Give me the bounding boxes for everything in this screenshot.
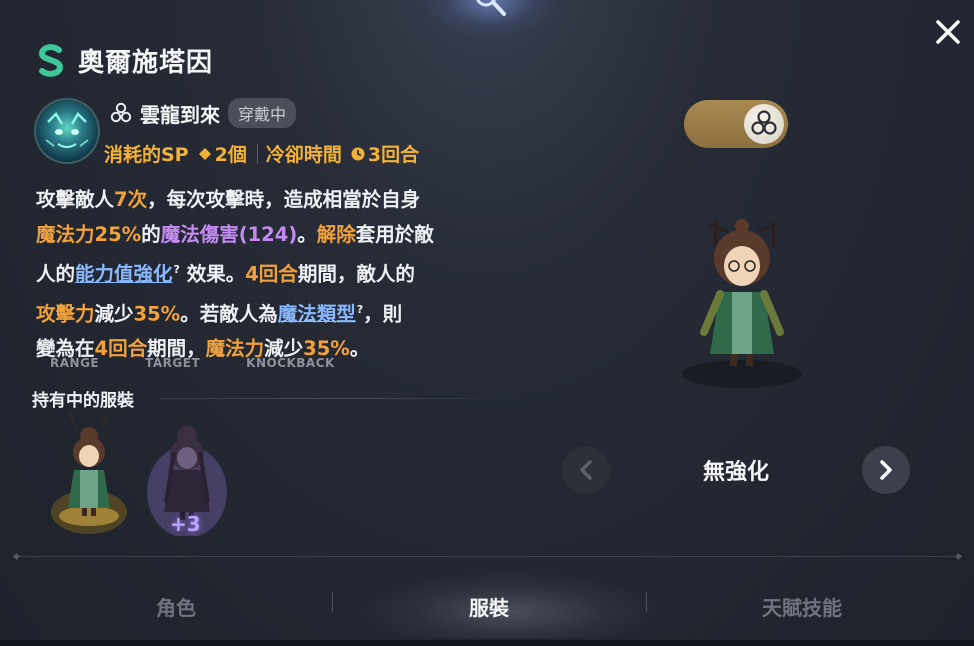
help-icon[interactable]: ? xyxy=(174,252,180,287)
tab-character[interactable]: 角色 xyxy=(76,592,276,621)
chevron-left-icon xyxy=(580,460,592,480)
character-name: 奧爾施塔因 xyxy=(78,47,214,78)
bottom-tabs: 角色 服裝 天賦技能 xyxy=(16,572,962,638)
sp-value: 2個 xyxy=(214,144,247,166)
cost-separator xyxy=(256,143,258,164)
sp-label: 消耗的SP xyxy=(104,144,189,166)
divider-tip-left xyxy=(12,552,21,561)
bottom-bar xyxy=(0,640,974,646)
outfit-toggle[interactable] xyxy=(684,100,788,148)
character-preview xyxy=(682,219,802,388)
clock-icon xyxy=(351,147,365,160)
toggle-knob xyxy=(744,104,784,144)
close-icon[interactable] xyxy=(930,14,966,50)
stats-header-row: RANGE TARGET KNOCKBACK xyxy=(50,356,335,370)
cooldown-value: 3回合 xyxy=(367,144,420,166)
buff-link[interactable]: 能力值強化 xyxy=(75,263,173,286)
triple-circle-icon xyxy=(751,110,777,135)
skill-name: 雲龍到來 xyxy=(140,102,220,127)
divider-tip-right xyxy=(954,552,963,561)
range-label: RANGE xyxy=(50,356,100,370)
tab-separator xyxy=(332,592,333,612)
equipped-badge: 穿戴中 xyxy=(228,98,297,128)
diamond-icon xyxy=(198,147,211,160)
tab-separator xyxy=(646,592,647,612)
tab-talent-skill[interactable]: 天賦技能 xyxy=(702,592,902,621)
serpent-s-icon xyxy=(38,44,64,77)
prev-enhance-button[interactable] xyxy=(562,446,610,494)
knockback-label: KNOCKBACK xyxy=(246,356,335,370)
magic-type-link[interactable]: 魔法類型 xyxy=(278,302,356,325)
owned-outfits-line xyxy=(160,398,486,399)
desc-line-1: 攻擊敵人7次，每次攻擊時，造成相當於自身 xyxy=(36,188,421,211)
skill-portrait[interactable] xyxy=(36,100,98,162)
outfit-thumbnail-1[interactable] xyxy=(46,412,132,536)
bottom-divider xyxy=(16,556,962,557)
cooldown-label: 冷卻時間 xyxy=(265,144,342,166)
desc-line-3: 人的能力值強化? 效果。4回合期間，敵人的 xyxy=(36,252,486,292)
owned-outfits-title: 持有中的服裝 xyxy=(32,391,134,411)
skill-cost-row: 消耗的SP 2個 冷卻時間 3回合 xyxy=(104,140,419,167)
triple-circle-icon xyxy=(110,102,132,123)
target-label: TARGET xyxy=(145,356,201,370)
next-enhance-button[interactable] xyxy=(862,446,910,494)
character-header: 奧爾施塔因 xyxy=(34,40,213,80)
desc-line-2: 魔法力25%的魔法傷害(124)。解除套用於敵 xyxy=(36,223,434,246)
tab-outfit[interactable]: 服裝 xyxy=(389,592,589,621)
skill-description: 攻擊敵人7次，每次攻擊時，造成相當於自身 魔法力25%的魔法傷害(124)。解除… xyxy=(36,182,486,366)
enhance-level-label: 無強化 xyxy=(702,460,769,485)
magnifier-ornament-icon xyxy=(476,0,506,16)
skill-title-row: 雲龍到來 穿戴中 xyxy=(110,98,297,128)
chevron-right-icon xyxy=(880,460,892,480)
dragon-face-icon xyxy=(45,111,89,148)
outfit-enhance-badge: +3 xyxy=(170,512,201,536)
desc-line-4: 攻擊力減少35%。若敵人為魔法類型?，則 xyxy=(36,292,486,332)
